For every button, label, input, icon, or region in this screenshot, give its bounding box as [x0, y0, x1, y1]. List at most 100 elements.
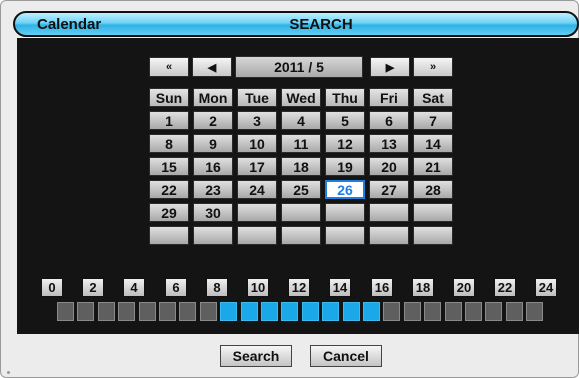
calendar-day[interactable]: 19 — [325, 157, 365, 176]
calendar-day[interactable]: 9 — [193, 134, 233, 153]
hour-label: 22 — [494, 278, 516, 297]
calendar-day[interactable]: 16 — [193, 157, 233, 176]
prev-month-button[interactable]: ◀ — [192, 57, 232, 77]
hour-block[interactable] — [179, 302, 196, 321]
month-label: 2011 / 5 — [235, 56, 363, 78]
hour-block[interactable] — [383, 302, 400, 321]
next-year-button[interactable]: » — [413, 57, 453, 77]
chevron-left-icon: ◀ — [207, 61, 217, 74]
calendar-day[interactable]: 1 — [149, 111, 189, 130]
calendar-day[interactable]: 15 — [149, 157, 189, 176]
hour-label: 0 — [41, 278, 63, 297]
hour-block[interactable] — [200, 302, 217, 321]
calendar-day-empty — [237, 226, 277, 245]
calendar-day[interactable]: 27 — [369, 180, 409, 199]
hour-block[interactable] — [445, 302, 462, 321]
hour-label: 24 — [535, 278, 557, 297]
hour-label: 14 — [329, 278, 351, 297]
hour-block[interactable] — [424, 302, 441, 321]
calendar-day[interactable]: 23 — [193, 180, 233, 199]
hour-block[interactable] — [118, 302, 135, 321]
calendar-day[interactable]: 28 — [413, 180, 453, 199]
hour-block-recorded[interactable] — [281, 302, 298, 321]
hour-label: 2 — [82, 278, 104, 297]
hour-block[interactable] — [77, 302, 94, 321]
calendar-day-empty — [413, 226, 453, 245]
hour-label: 16 — [371, 278, 393, 297]
calendar-day[interactable]: 5 — [325, 111, 365, 130]
weekday-header: Thu — [325, 88, 365, 107]
calendar-day[interactable]: 17 — [237, 157, 277, 176]
hour-block-recorded[interactable] — [220, 302, 237, 321]
calendar-day-empty — [149, 226, 189, 245]
calendar-day[interactable]: 30 — [193, 203, 233, 222]
calendar-day[interactable]: 20 — [369, 157, 409, 176]
calendar-day-empty — [281, 203, 321, 222]
hour-label: 8 — [206, 278, 228, 297]
calendar-day-empty — [281, 226, 321, 245]
calendar-day-empty — [193, 226, 233, 245]
calendar-day[interactable]: 7 — [413, 111, 453, 130]
hour-label: 12 — [288, 278, 310, 297]
hour-label: 6 — [165, 278, 187, 297]
search-button[interactable]: Search — [220, 345, 292, 367]
weekday-header: Sat — [413, 88, 453, 107]
calendar-day[interactable]: 11 — [281, 134, 321, 153]
calendar-day[interactable]: 3 — [237, 111, 277, 130]
calendar-day[interactable]: 13 — [369, 134, 409, 153]
calendar-day[interactable]: 6 — [369, 111, 409, 130]
next-month-button[interactable]: ▶ — [370, 57, 410, 77]
hour-label: 18 — [412, 278, 434, 297]
search-window: Calendar SEARCH « ◀ 2011 / 5 ▶ » Sun Mon T… — [0, 0, 579, 378]
hour-block-recorded[interactable] — [363, 302, 380, 321]
hour-block[interactable] — [506, 302, 523, 321]
hour-block-recorded[interactable] — [241, 302, 258, 321]
title-bar: Calendar SEARCH — [13, 11, 579, 37]
double-chevron-left-icon: « — [165, 61, 173, 73]
calendar-day[interactable]: 4 — [281, 111, 321, 130]
calendar-day-empty — [325, 203, 365, 222]
window-subtitle: SEARCH — [289, 16, 353, 33]
hour-block-recorded[interactable] — [261, 302, 278, 321]
calendar-day[interactable]: 29 — [149, 203, 189, 222]
hour-block[interactable] — [159, 302, 176, 321]
calendar-day[interactable]: 22 — [149, 180, 189, 199]
hour-block[interactable] — [139, 302, 156, 321]
corner-dot — [7, 371, 10, 374]
hour-block-recorded[interactable] — [343, 302, 360, 321]
hour-block[interactable] — [404, 302, 421, 321]
calendar-day[interactable]: 18 — [281, 157, 321, 176]
prev-year-button[interactable]: « — [149, 57, 189, 77]
calendar-day[interactable]: 2 — [193, 111, 233, 130]
calendar-day[interactable]: 10 — [237, 134, 277, 153]
hour-label: 10 — [247, 278, 269, 297]
calendar-day[interactable]: 21 — [413, 157, 453, 176]
calendar-day[interactable]: 8 — [149, 134, 189, 153]
weekday-header: Tue — [237, 88, 277, 107]
calendar-day[interactable]: 25 — [281, 180, 321, 199]
hour-block[interactable] — [526, 302, 543, 321]
weekday-header: Wed — [281, 88, 321, 107]
weekday-header: Sun — [149, 88, 189, 107]
hour-block[interactable] — [485, 302, 502, 321]
weekday-header: Fri — [369, 88, 409, 107]
hour-block[interactable] — [465, 302, 482, 321]
calendar-day-empty — [325, 226, 365, 245]
weekday-header: Mon — [193, 88, 233, 107]
double-chevron-right-icon: » — [429, 61, 437, 73]
calendar-day[interactable]: 26 — [325, 180, 365, 199]
chevron-right-icon: ▶ — [385, 61, 395, 74]
calendar-day[interactable]: 12 — [325, 134, 365, 153]
calendar-day-empty — [413, 203, 453, 222]
hour-block-recorded[interactable] — [322, 302, 339, 321]
hour-block[interactable] — [98, 302, 115, 321]
cancel-button[interactable]: Cancel — [310, 345, 382, 367]
calendar-day[interactable]: 14 — [413, 134, 453, 153]
hour-label: 4 — [123, 278, 145, 297]
calendar-day-empty — [237, 203, 277, 222]
hour-block-recorded[interactable] — [302, 302, 319, 321]
calendar-day[interactable]: 24 — [237, 180, 277, 199]
calendar-day-empty — [369, 203, 409, 222]
hour-block[interactable] — [57, 302, 74, 321]
calendar-day-empty — [369, 226, 409, 245]
